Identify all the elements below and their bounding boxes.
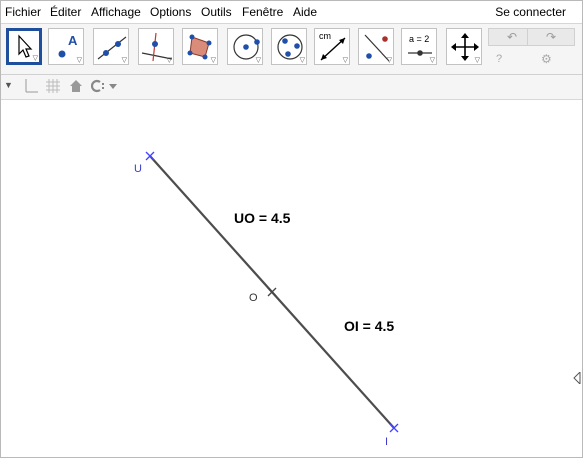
grid-icon[interactable] [45, 78, 61, 94]
triangle-down-icon[interactable]: ▼ [4, 77, 13, 93]
point-tool-button[interactable]: A ▽ [48, 28, 84, 65]
point-o-marker[interactable] [267, 287, 277, 297]
tool-menu-corner-icon: ▽ [76, 57, 82, 64]
circle-tool-button[interactable]: ▽ [227, 28, 263, 65]
move-view-tool-button[interactable]: ▽ [446, 28, 482, 65]
point-tool-letter: A [68, 33, 78, 48]
reflect-tool-button[interactable]: ▽ [358, 28, 394, 65]
menu-fichier[interactable]: Fichier [5, 1, 41, 23]
redo-button[interactable]: ↷ [527, 28, 575, 46]
tool-menu-corner-icon: ▽ [474, 57, 480, 64]
menu-outils[interactable]: Outils [201, 1, 232, 23]
tool-menu-corner-icon: ▽ [299, 57, 305, 64]
menu-editer[interactable]: Éditer [50, 1, 81, 23]
uo-length-text[interactable]: UO = 4.5 [234, 210, 291, 226]
home-icon[interactable] [69, 79, 83, 93]
point-capture-icon[interactable] [91, 79, 121, 93]
distance-tool-unit: cm [319, 31, 331, 41]
tool-menu-corner-icon: ▽ [342, 57, 348, 64]
oi-length-text[interactable]: OI = 4.5 [344, 318, 394, 334]
polygon-tool-button[interactable]: ▽ [182, 28, 218, 65]
menu-fenetre[interactable]: Fenêtre [242, 1, 283, 23]
distance-tool-button[interactable]: cm ▽ [314, 28, 350, 65]
circle-three-points-tool-button[interactable]: ▽ [271, 28, 307, 65]
help-icon[interactable]: ? [496, 53, 502, 65]
tool-menu-corner-icon: ▽ [32, 55, 38, 62]
tool-menu-corner-icon: ▽ [386, 57, 392, 64]
perpendicular-line-tool-button[interactable]: ▽ [138, 28, 174, 65]
sign-in-link[interactable]: Se connecter [495, 1, 566, 23]
graphics-view[interactable]: U O I UO = 4.5 OI = 4.5 [1, 100, 582, 457]
line-tool-button[interactable]: ▽ [93, 28, 129, 65]
gear-icon[interactable]: ⚙ [541, 53, 552, 65]
axes-icon[interactable] [23, 78, 39, 94]
slider-tool-text: a = 2 [409, 34, 430, 44]
tool-menu-corner-icon: ▽ [429, 57, 435, 64]
tool-menu-corner-icon: ▽ [121, 57, 127, 64]
geogebra-window: Fichier Éditer Affichage Options Outils … [0, 0, 583, 458]
undo-icon: ↶ [506, 30, 518, 44]
tool-menu-corner-icon: ▽ [166, 57, 172, 64]
point-u-label: U [134, 163, 142, 175]
graphics-canvas[interactable]: U O I UO = 4.5 OI = 4.5 [1, 100, 582, 457]
point-i-label: I [385, 436, 388, 448]
slider-tool-button[interactable]: a = 2 ▽ [401, 28, 437, 65]
menu-bar: Fichier Éditer Affichage Options Outils … [1, 1, 582, 24]
style-bar: ▼ [1, 75, 582, 100]
menu-options[interactable]: Options [150, 1, 191, 23]
menu-aide[interactable]: Aide [293, 1, 317, 23]
side-panel-toggle-icon[interactable] [573, 372, 581, 384]
toolbar: ▽ A ▽ ▽ ▽ ▽ ▽ ▽ cm ▽ ▽ a = 2 ▽ ▽ ↶ ↷ ? ⚙ [1, 24, 582, 75]
point-o-label: O [249, 292, 258, 304]
point-i-marker[interactable] [389, 423, 399, 433]
menu-affichage[interactable]: Affichage [91, 1, 141, 23]
redo-icon: ↷ [545, 30, 557, 44]
tool-menu-corner-icon: ▽ [255, 57, 261, 64]
tool-menu-corner-icon: ▽ [210, 57, 216, 64]
point-u-marker[interactable] [145, 151, 155, 161]
move-tool-button[interactable]: ▽ [6, 28, 42, 65]
